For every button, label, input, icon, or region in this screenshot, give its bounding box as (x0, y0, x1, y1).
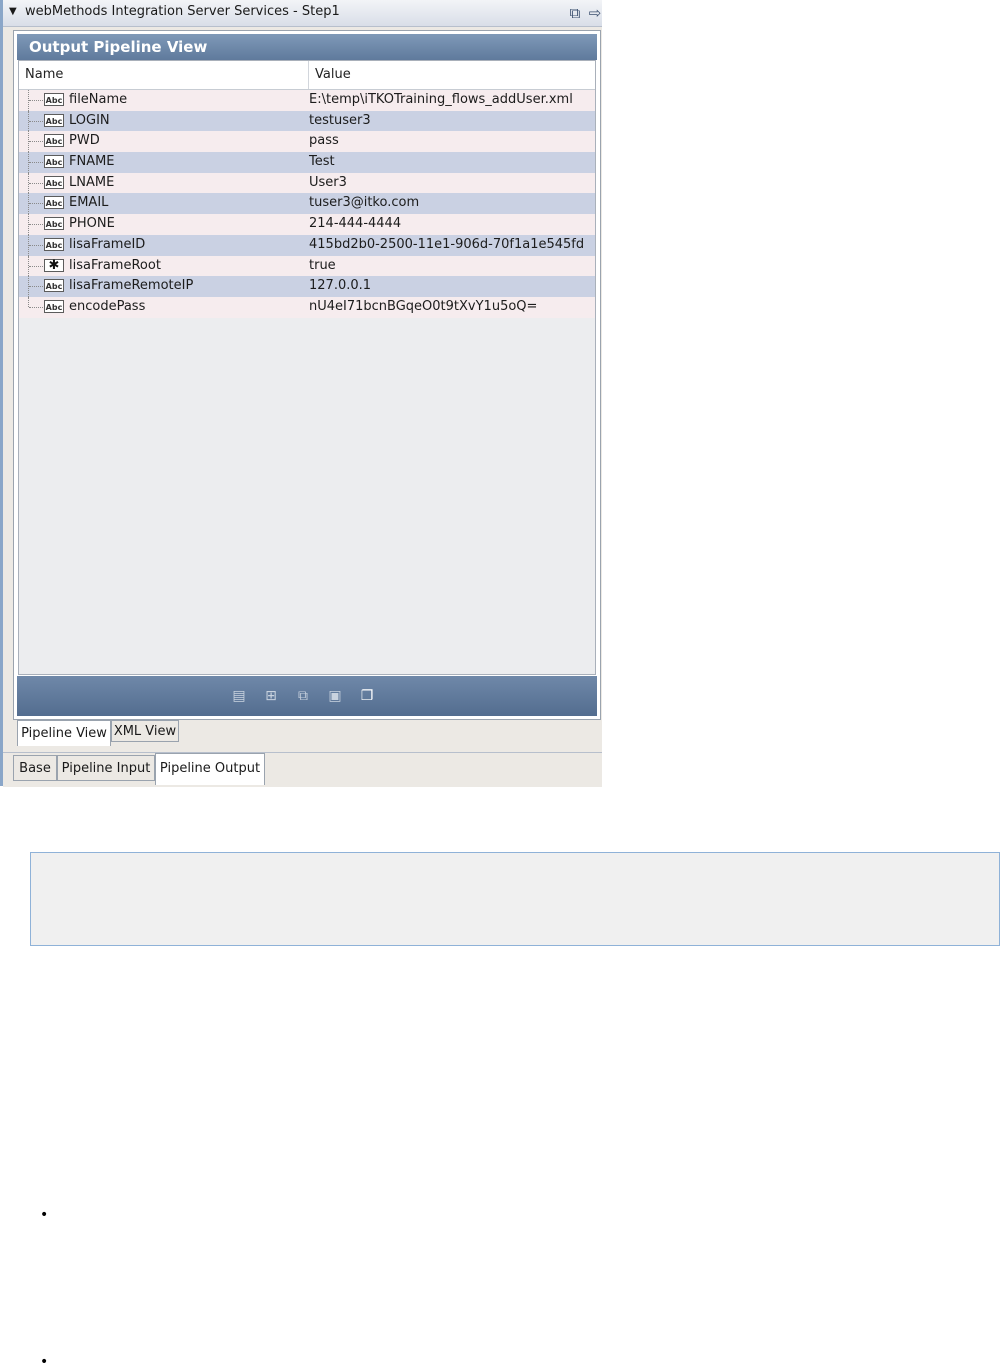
output-pipeline-view: Output Pipeline View Name Value Abc fileN… (13, 30, 601, 720)
table-row[interactable]: Abc encodePass nU4eI71bcnBGqeO0t9tXvY1u5oQ… (19, 296, 595, 318)
tree-connector (29, 224, 43, 226)
field-name: LOGIN (69, 112, 110, 128)
object-type-icon: ✱ (44, 258, 64, 272)
string-type-icon: Abc (44, 299, 64, 313)
table-row[interactable]: Abc PWD pass (19, 131, 595, 153)
field-value: pass (309, 133, 339, 149)
tree-connector (29, 244, 43, 246)
table-row[interactable]: Abc LOGIN testuser3 (19, 110, 595, 132)
field-value: testuser3 (309, 112, 371, 128)
column-header-name[interactable]: Name (25, 67, 63, 82)
string-type-icon: Abc (44, 217, 64, 231)
field-value: true (309, 257, 336, 273)
string-type-icon: Abc (44, 196, 64, 210)
string-type-icon: Abc (44, 155, 64, 169)
tab-pipeline-input[interactable]: Pipeline Input (57, 755, 155, 781)
tab-pipeline-output[interactable]: Pipeline Output (155, 753, 265, 785)
column-divider[interactable] (308, 61, 309, 89)
bullet-point: • (40, 1207, 49, 1223)
table-row[interactable]: Abc LNAME User3 (19, 172, 595, 194)
table-row[interactable]: Abc lisaFrameID 415bd2b0-2500-11e1-906d-70… (19, 234, 595, 256)
tab-pipeline-view[interactable]: Pipeline View (17, 720, 111, 746)
string-type-icon: Abc (44, 175, 64, 189)
table-row[interactable]: Abc lisaFrameRemoteIP 127.0.0.1 (19, 276, 595, 297)
view-header: Output Pipeline View (17, 34, 597, 60)
bottom-tab-bar: Base Pipeline Input Pipeline Output (3, 752, 602, 787)
table-row[interactable]: Abc PHONE 214-444-4444 (19, 214, 595, 235)
field-value: tuser3@itko.com (309, 195, 420, 211)
detach-icon[interactable]: ⧉ (565, 3, 585, 23)
table-row[interactable]: Abc EMAIL tuser3@itko.com (19, 193, 595, 215)
field-value: 127.0.0.1 (309, 278, 372, 294)
string-type-icon: Abc (44, 134, 64, 148)
field-name: EMAIL (69, 195, 109, 211)
copy-icon[interactable]: ⧉ (293, 686, 313, 706)
field-value: 415bd2b0-2500-11e1-906d-70f1a1e545fd (309, 236, 585, 252)
field-name: lisaFrameRemoteIP (69, 278, 194, 294)
tree-connector (29, 162, 43, 164)
string-type-icon: Abc (44, 279, 64, 293)
add-icon[interactable]: ⊞ (261, 686, 281, 706)
field-name: PWD (69, 133, 100, 149)
table-body: Abc fileName E:\temp\iTKOTraining_flows_ad… (19, 90, 595, 318)
field-name: PHONE (69, 216, 115, 232)
pipeline-table: Name Value Abc fileName E:\temp\iTKOTraini… (18, 60, 596, 675)
field-value: Test (309, 154, 335, 170)
pipeline-toolbar: ▤ ⊞ ⧉ ▣ ❐ (17, 676, 597, 716)
window-titlebar: ▼ webMethods Integration Server Services… (3, 0, 602, 27)
tree-connector (29, 182, 43, 184)
tree-connector (29, 265, 43, 267)
field-name: lisaFrameRoot (69, 257, 161, 273)
string-type-icon: Abc (44, 93, 64, 106)
view-title: Output Pipeline View (29, 38, 208, 56)
tree-connector (29, 286, 43, 288)
duplicate-icon[interactable]: ❐ (357, 686, 377, 706)
tree-connector (29, 306, 43, 308)
field-name: FNAME (69, 154, 115, 170)
string-type-icon: Abc (44, 113, 64, 127)
field-name: lisaFrameID (69, 236, 146, 252)
arrow-right-icon[interactable]: ⇨ (585, 3, 605, 23)
table-row[interactable]: Abc FNAME Test (19, 152, 595, 173)
tree-connector (29, 203, 43, 205)
table-header: Name Value (19, 61, 595, 90)
field-value: E:\temp\iTKOTraining_flows_addUser.xml (309, 92, 573, 107)
field-value: User3 (309, 174, 347, 190)
list-icon[interactable]: ▤ (229, 686, 249, 706)
string-type-icon: Abc (44, 237, 64, 251)
tree-connector (29, 120, 43, 122)
tab-base[interactable]: Base (13, 755, 57, 781)
column-header-value[interactable]: Value (315, 67, 351, 82)
window-title: webMethods Integration Server Services -… (25, 4, 340, 19)
tab-xml-view[interactable]: XML View (111, 720, 179, 742)
info-box (30, 852, 1000, 946)
field-name: fileName (69, 92, 128, 107)
table-row[interactable]: ✱ lisaFrameRoot true (19, 255, 595, 277)
paste-icon[interactable]: ▣ (325, 686, 345, 706)
triangle-down-icon[interactable]: ▼ (9, 6, 17, 17)
field-name: encodePass (69, 298, 146, 314)
tree-connector (29, 100, 43, 101)
service-panel: ▼ webMethods Integration Server Services… (0, 0, 602, 787)
field-name: LNAME (69, 174, 115, 190)
tree-connector (29, 141, 43, 143)
table-row[interactable]: Abc fileName E:\temp\iTKOTraining_flows_ad… (19, 90, 595, 111)
tree-connector (28, 296, 45, 307)
field-value: 214-444-4444 (309, 216, 402, 232)
field-value: nU4eI71bcnBGqeO0t9tXvY1u5oQ= (309, 298, 538, 314)
